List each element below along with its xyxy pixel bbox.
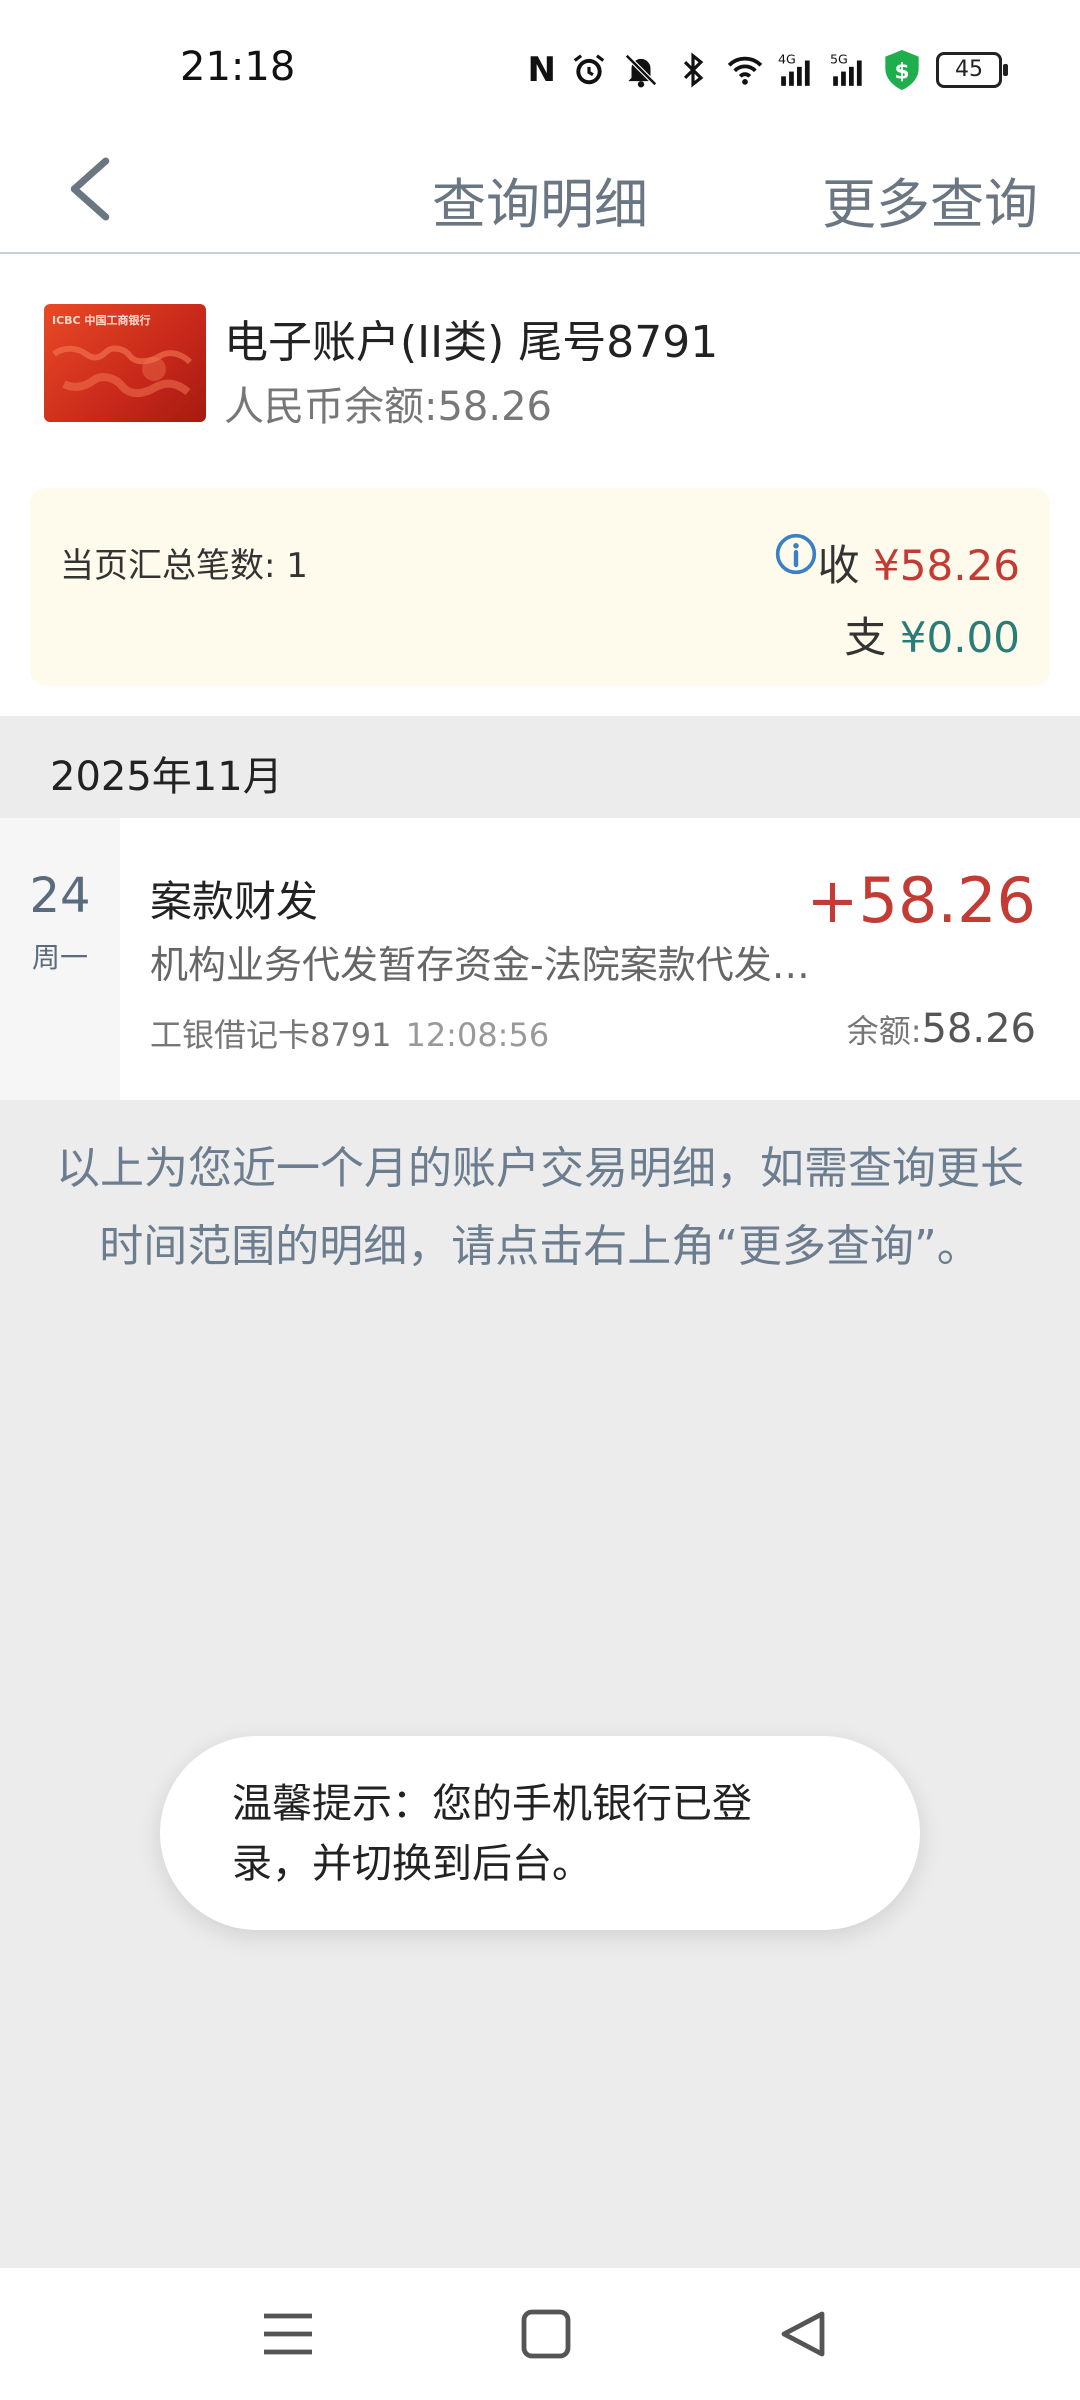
bell-off-icon	[625, 54, 657, 88]
transaction-weekday: 周一	[31, 941, 88, 974]
summary-section: 当页汇总笔数: 1 收 ¥58.26 支 ¥0.00	[0, 488, 1080, 716]
status-icons: N 4G 5G $ 45	[527, 48, 1008, 92]
svg-text:$: $	[894, 59, 909, 84]
security-shield-icon: $	[885, 50, 919, 90]
month-header: 2025年11月	[0, 716, 1080, 818]
signal-4g-icon: 4G	[778, 52, 810, 86]
summary-count: 当页汇总笔数: 1	[60, 546, 308, 586]
wifi-icon	[727, 56, 763, 85]
transaction-row[interactable]: 24 周一 案款财发 机构业务代发暂存资金-法院案款代发… 工银借记卡8791 1…	[0, 818, 1080, 1100]
transaction-balance-label: 余额:	[846, 1012, 922, 1050]
account-balance: 人民币余额:58.26	[224, 384, 552, 430]
status-time: 21:18	[180, 44, 296, 90]
expense-summary: 支 ¥0.00	[844, 604, 1020, 665]
transaction-day: 24	[29, 868, 91, 924]
transaction-date: 24 周一	[0, 818, 120, 1100]
bank-card-image: ICBC 中国工商银行	[44, 304, 206, 422]
home-icon[interactable]	[516, 2308, 576, 2360]
income-summary: 收 ¥58.26	[818, 532, 1020, 593]
alarm-icon	[573, 54, 605, 85]
battery-icon: 45	[936, 52, 1008, 88]
transaction-balance: 余额:58.26	[847, 1006, 1036, 1052]
top-header: 查询明细 更多查询	[0, 132, 1080, 254]
menu-icon[interactable]	[258, 2308, 318, 2360]
expense-value: ¥0.00	[899, 613, 1020, 662]
svg-text:5G: 5G	[830, 52, 848, 67]
account-info[interactable]: ICBC 中国工商银行 电子账户(II类) 尾号8791 人民币余额:58.26	[0, 254, 1080, 488]
history-notice: 以上为您近一个月的账户交易明细，如需查询更长时间范围的明细，请点击右上角“更多查…	[56, 1143, 1024, 1272]
income-value: ¥58.26	[873, 541, 1020, 590]
signal-5g-icon: 5G	[830, 52, 862, 86]
account-name: 电子账户(II类) 尾号8791	[224, 317, 719, 368]
month-label: 2025年11月	[50, 754, 283, 800]
toast-message: 温馨提示：您的手机银行已登录，并切换到后台。	[160, 1736, 920, 1930]
transaction-balance-value: 58.26	[921, 1006, 1036, 1052]
transaction-card: 工银借记卡8791 12:08:56	[150, 1010, 549, 1056]
transaction-time: 12:08:56	[405, 1016, 550, 1054]
info-icon[interactable]	[774, 532, 818, 576]
world-map-icon	[52, 345, 193, 397]
transaction-card-name: 工银借记卡8791	[150, 1016, 392, 1054]
svg-text:4G: 4G	[778, 52, 796, 67]
transaction-amount: +58.26	[806, 864, 1036, 937]
transaction-title: 案款财发	[150, 877, 319, 926]
expense-label: 支	[844, 613, 887, 662]
system-nav-bar	[0, 2268, 1080, 2400]
nfc-icon: N	[527, 50, 556, 90]
status-bar: 21:18 N 4G 5G $ 45	[0, 0, 1080, 132]
bluetooth-icon	[683, 52, 704, 88]
toast-text: 温馨提示：您的手机银行已登录，并切换到后台。	[232, 1781, 752, 1887]
back-triangle-icon[interactable]	[774, 2308, 834, 2360]
transaction-description: 机构业务代发暂存资金-法院案款代发…	[150, 943, 810, 987]
more-query-button[interactable]: 更多查询	[822, 160, 1038, 239]
income-label: 收	[817, 541, 860, 590]
summary-card: 当页汇总笔数: 1 收 ¥58.26 支 ¥0.00	[30, 488, 1050, 686]
